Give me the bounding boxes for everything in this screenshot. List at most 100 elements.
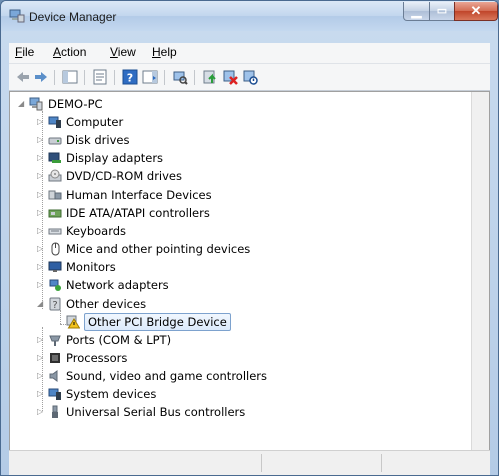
usb-icon bbox=[52, 405, 58, 418]
expand-arrow-icon[interactable]: ▷ bbox=[37, 258, 43, 276]
disk-drive-icon bbox=[48, 137, 62, 145]
status-bar bbox=[9, 450, 490, 475]
expand-arrow-icon[interactable]: ▷ bbox=[37, 403, 43, 421]
menu-action[interactable]: Action bbox=[53, 45, 86, 59]
menu-file[interactable]: File bbox=[15, 45, 34, 59]
port-icon bbox=[49, 335, 61, 346]
menu-action-rest: ction bbox=[61, 45, 87, 59]
expand-arrow-icon[interactable]: ▷ bbox=[37, 113, 43, 131]
expand-arrow-icon[interactable]: ▷ bbox=[37, 240, 43, 258]
tree-root-node[interactable]: ◢ DEMO-PC bbox=[10, 95, 310, 113]
expand-arrow-icon[interactable]: ▷ bbox=[37, 276, 43, 294]
expand-arrow-icon[interactable]: ▷ bbox=[37, 349, 43, 367]
tree-node-label: Display adapters bbox=[66, 151, 164, 165]
tree-category-node[interactable]: ▷ System devices bbox=[10, 385, 450, 403]
expand-arrow-icon[interactable]: ▷ bbox=[37, 385, 43, 403]
keyboard-icon bbox=[48, 228, 62, 235]
tree-category-node[interactable]: ▷ Universal Serial Bus controllers bbox=[10, 403, 450, 421]
minimize-button[interactable]: ▁ bbox=[403, 2, 430, 21]
tree-category-node[interactable]: ◢? Other devices bbox=[10, 295, 450, 313]
tree-node-label: Mice and other pointing devices bbox=[66, 242, 251, 256]
maximize-icon: ▭ bbox=[436, 5, 448, 17]
tree-node-label: Universal Serial Bus controllers bbox=[66, 405, 246, 419]
tree-node-label: Human Interface Devices bbox=[66, 188, 212, 202]
menu-bar: File Action View Help bbox=[9, 43, 490, 64]
dvd-drive-icon bbox=[48, 169, 62, 182]
maximize-button[interactable]: ▭ bbox=[429, 2, 455, 21]
scan-hardware-icon[interactable] bbox=[172, 69, 188, 85]
svg-text:?: ? bbox=[127, 72, 133, 85]
toolbar-separator bbox=[194, 70, 195, 85]
tree-node-label: System devices bbox=[66, 387, 157, 401]
tree-node-label: DVD/CD-ROM drives bbox=[66, 169, 182, 183]
update-driver-icon[interactable] bbox=[202, 69, 218, 85]
tree-category-node[interactable]: ▷ Disk drives bbox=[10, 131, 450, 149]
tree-node-label: Other PCI Bridge Device bbox=[84, 313, 231, 331]
minimize-icon: ▁ bbox=[411, 3, 422, 18]
title-bar[interactable]: Device Manager ▁ ▭ ✕ bbox=[1, 1, 498, 31]
expand-arrow-icon[interactable]: ▷ bbox=[37, 149, 43, 167]
tree-category-node[interactable]: ▷ Ports (COM & LPT) bbox=[10, 331, 450, 349]
tree-category-node[interactable]: ▷ Human Interface Devices bbox=[10, 186, 450, 204]
expand-arrow-icon[interactable]: ▷ bbox=[37, 367, 43, 385]
close-button[interactable]: ✕ bbox=[454, 2, 498, 21]
expand-arrow-icon[interactable]: ▷ bbox=[37, 204, 43, 222]
expand-arrow-icon[interactable]: ▷ bbox=[37, 222, 43, 240]
disable-device-icon[interactable] bbox=[242, 69, 258, 85]
menu-view-mnemonic: V bbox=[110, 45, 118, 59]
properties-icon[interactable] bbox=[92, 69, 108, 85]
tree-category-node[interactable]: ▷ Sound, video and game controllers bbox=[10, 367, 450, 385]
tree-category-node[interactable]: ▷ Network adapters bbox=[10, 276, 450, 294]
toolbar-separator bbox=[164, 70, 165, 85]
action-pane-icon[interactable] bbox=[142, 69, 158, 85]
menu-help[interactable]: Help bbox=[152, 45, 177, 59]
tree-category-node[interactable]: ▷ Display adapters bbox=[10, 149, 450, 167]
expand-arrow-icon[interactable]: ▷ bbox=[37, 131, 43, 149]
tree-category-node[interactable]: ▷ Processors bbox=[10, 349, 450, 367]
uninstall-icon[interactable] bbox=[222, 69, 238, 85]
monitor-icon bbox=[48, 261, 62, 272]
forward-arrow-icon[interactable] bbox=[33, 69, 49, 85]
tree-root-label: DEMO-PC bbox=[48, 97, 103, 111]
tree-device-node-selected[interactable]: Other PCI Bridge Device bbox=[10, 313, 450, 331]
collapse-arrow-icon[interactable]: ◢ bbox=[18, 95, 24, 113]
expand-arrow-icon[interactable]: ▷ bbox=[37, 186, 43, 204]
toolbar-separator bbox=[114, 70, 115, 85]
tree-node-label: Ports (COM & LPT) bbox=[66, 333, 172, 347]
vertical-scrollbar[interactable] bbox=[471, 92, 489, 450]
tree-category-node[interactable]: ▷ DVD/CD-ROM drives bbox=[10, 167, 450, 185]
device-manager-window: Device Manager ▁ ▭ ✕ File Action View He… bbox=[0, 0, 499, 476]
device-tree[interactable]: ◢ DEMO-PC ▷ Computer ▷ Disk drives ▷ Display … bbox=[9, 91, 490, 451]
tree-category-node[interactable]: ▷ Monitors bbox=[10, 258, 450, 276]
back-arrow-icon[interactable] bbox=[15, 69, 31, 85]
tree-category-node[interactable]: ▷ IDE ATA/ATAPI controllers bbox=[10, 204, 450, 222]
display-adapter-icon bbox=[48, 152, 61, 163]
expand-arrow-icon[interactable]: ▷ bbox=[37, 331, 43, 349]
ide-controller-icon bbox=[48, 209, 62, 218]
status-divider bbox=[381, 454, 382, 472]
tree-category-node[interactable]: ▷ Mice and other pointing devices bbox=[10, 240, 450, 258]
hid-icon bbox=[48, 190, 62, 200]
expand-arrow-icon[interactable]: ▷ bbox=[37, 167, 43, 185]
tree-node-label: IDE ATA/ATAPI controllers bbox=[66, 206, 210, 220]
tree-node-label: Computer bbox=[66, 115, 124, 129]
menu-file-rest: ile bbox=[22, 45, 35, 59]
tree-node-label: Sound, video and game controllers bbox=[66, 369, 268, 383]
menu-help-rest: elp bbox=[160, 45, 177, 59]
toolbar: ? bbox=[9, 64, 490, 91]
show-hide-console-tree-icon[interactable] bbox=[62, 69, 78, 85]
menu-view-rest: iew bbox=[117, 45, 136, 59]
collapse-arrow-icon[interactable]: ◢ bbox=[37, 295, 43, 313]
toolbar-separator bbox=[54, 70, 55, 85]
tree-category-node[interactable]: ▷ Computer bbox=[10, 113, 450, 131]
processor-icon bbox=[50, 353, 60, 363]
tree-category-node[interactable]: ▷ Keyboards bbox=[10, 222, 450, 240]
other-devices-icon: ? bbox=[49, 297, 61, 311]
help-icon[interactable]: ? bbox=[122, 69, 138, 85]
system-device-icon bbox=[48, 388, 61, 400]
sound-icon bbox=[49, 370, 58, 382]
toolbar-separator bbox=[84, 70, 85, 85]
computer-root-icon bbox=[29, 97, 43, 111]
computer-icon bbox=[48, 116, 61, 128]
menu-view[interactable]: View bbox=[110, 45, 136, 59]
